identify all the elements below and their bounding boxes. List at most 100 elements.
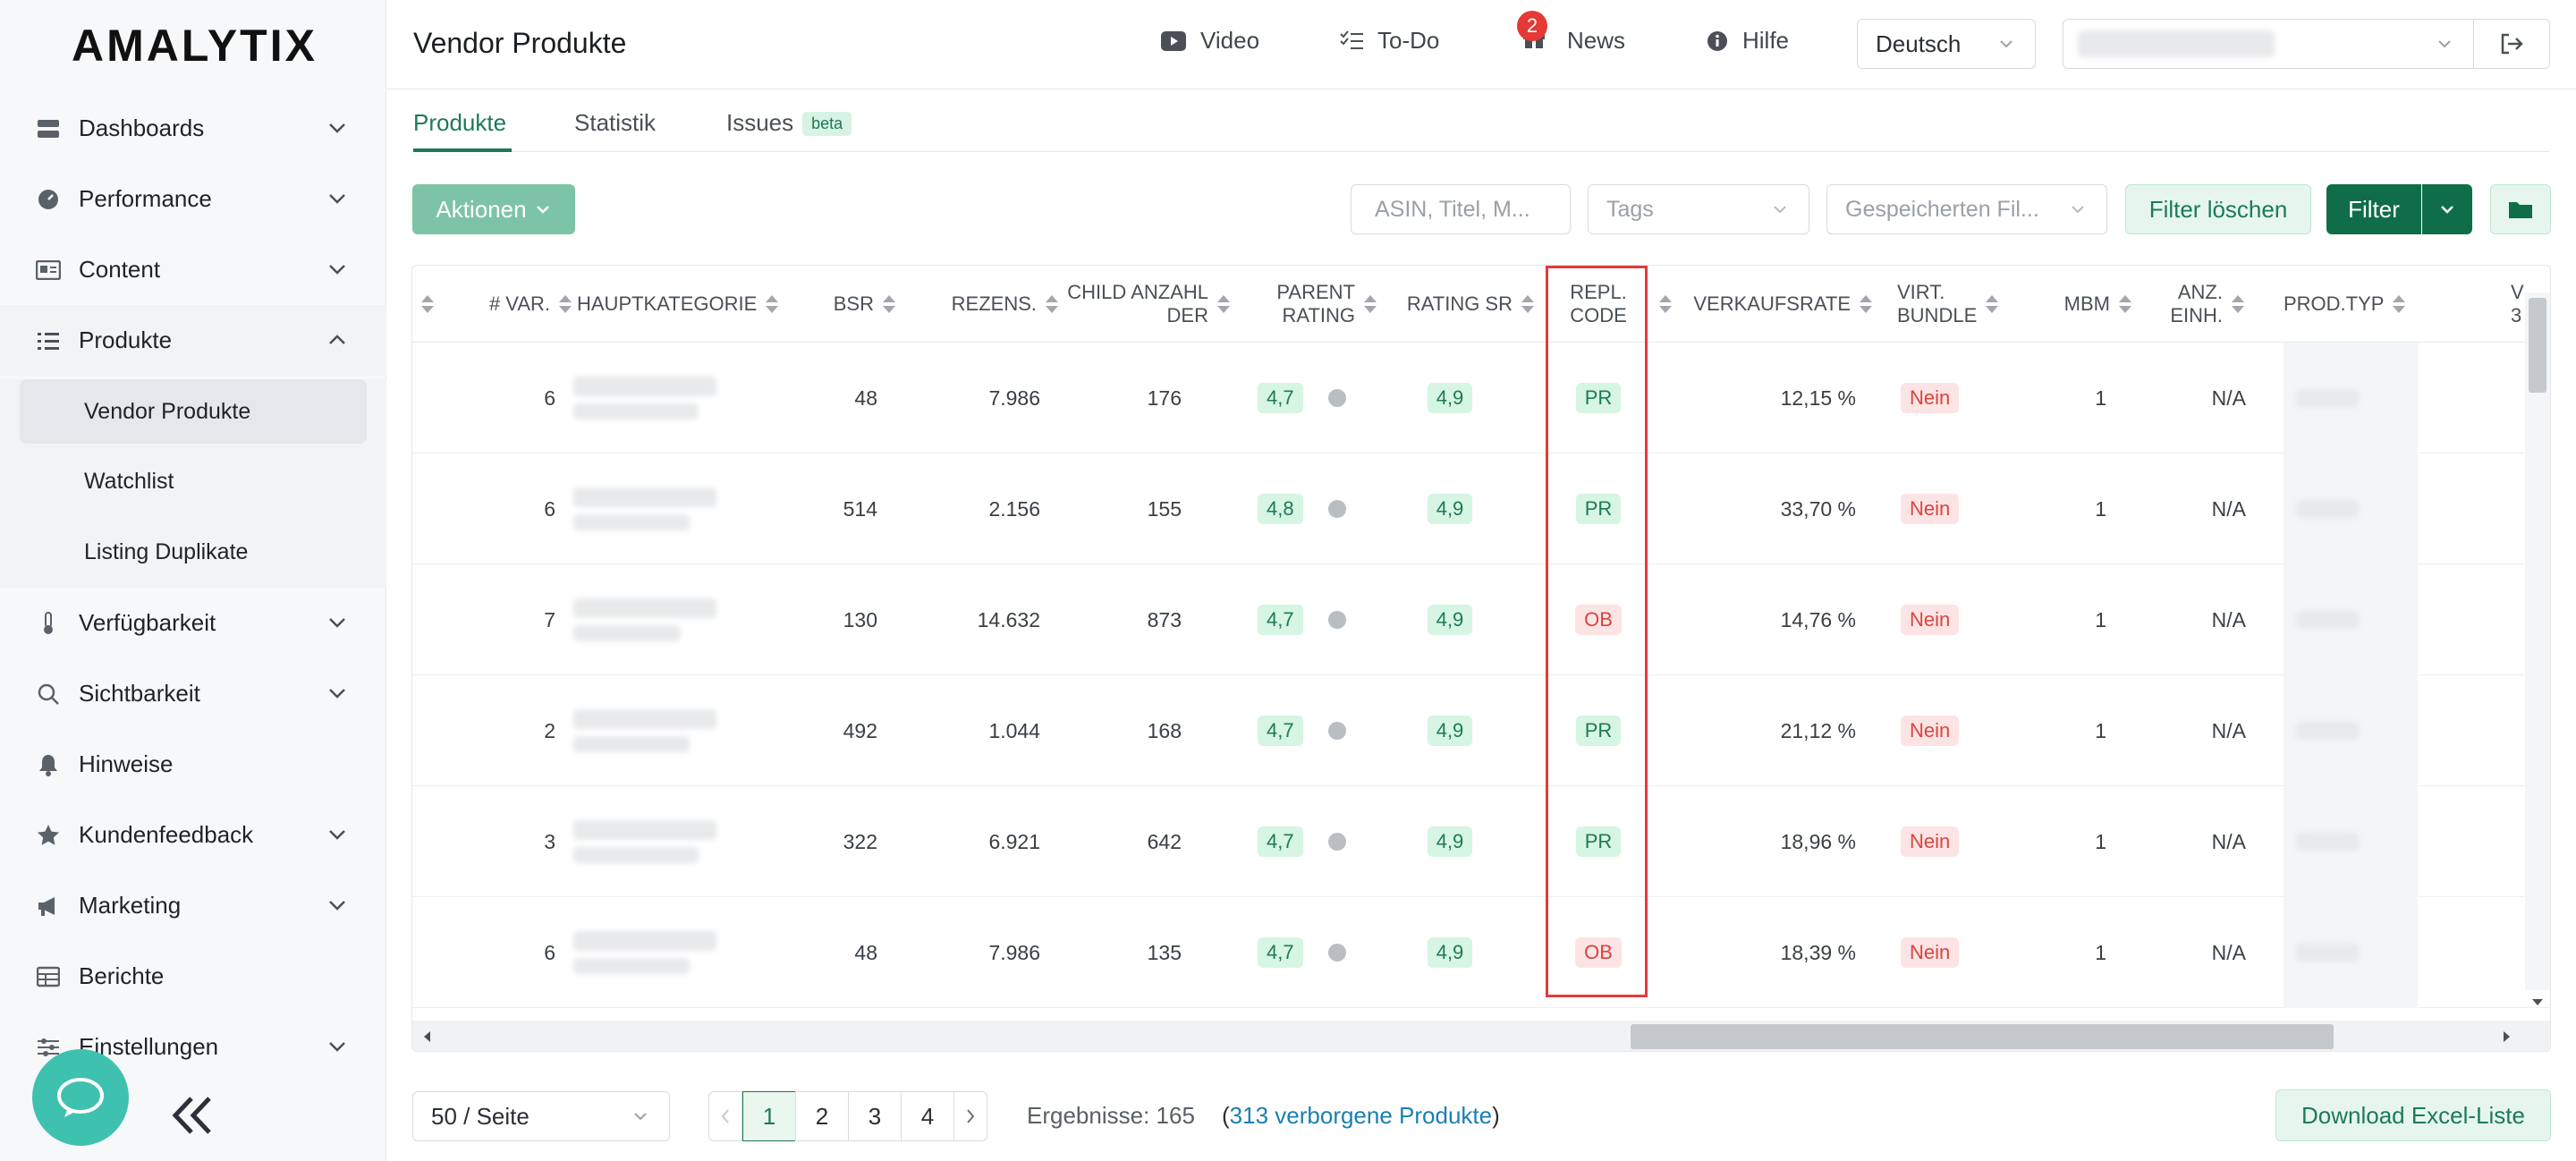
column-header-repl-sort[interactable] — [1650, 266, 1672, 343]
sidebar-item-content[interactable]: Content — [0, 234, 386, 305]
folder-button[interactable] — [2490, 184, 2551, 234]
info-circle-icon — [1707, 30, 1727, 51]
cell-virt-bundle: Nein — [1901, 786, 2008, 897]
saved-filters-select[interactable]: Gespeicherten Fil... — [1826, 184, 2107, 234]
actions-button[interactable]: Aktionen — [412, 184, 575, 234]
column-header-prev[interactable] — [412, 266, 434, 343]
column-header-bsr[interactable]: BSR — [788, 266, 897, 343]
download-excel-button[interactable]: Download Excel-Liste — [2275, 1089, 2551, 1141]
sidebar-item-sichtbarkeit[interactable]: Sichtbarkeit — [0, 658, 386, 729]
scroll-left-arrow-icon[interactable] — [421, 1030, 432, 1044]
tab-produkte[interactable]: Produkte — [413, 109, 506, 137]
sidebar-item-marketing[interactable]: Marketing — [0, 870, 386, 941]
column-header-child[interactable]: CHILD ANZAHL DER — [1062, 266, 1232, 343]
column-header-reviews[interactable]: REZENS. — [913, 266, 1060, 343]
cell-reviews: 7.986 — [988, 386, 1040, 410]
filter-dropdown-button[interactable] — [2422, 184, 2472, 234]
column-header-mbm[interactable]: MBM — [2022, 266, 2133, 343]
sidebar-item-performance[interactable]: Performance — [0, 164, 386, 234]
cell-sales-rate: 18,39 % — [1780, 940, 1856, 964]
cell-sales-rate: 33,70 % — [1780, 496, 1856, 521]
table-row[interactable]: 6 48 7.986 135 4,7 4,9 OB 18,39 % Nein 1 N/A — [412, 897, 2550, 1008]
sidebar-item-berichte[interactable]: Berichte — [0, 941, 386, 1012]
collapse-sidebar-icon[interactable] — [170, 1095, 215, 1136]
news-link[interactable]: 2 News — [1517, 11, 1625, 55]
page-button-4[interactable]: 4 — [901, 1091, 954, 1141]
help-link[interactable]: Hilfe — [1707, 27, 1789, 55]
cell-rating-sr: 4,9 — [1414, 897, 1486, 1008]
tab-issues[interactable]: Issues beta — [726, 109, 852, 137]
cell-sales-rate: 14,76 % — [1780, 607, 1856, 631]
column-header-label: MBM — [2063, 292, 2110, 315]
column-header-anz-einh[interactable]: ANZ. EINH. — [2157, 266, 2246, 343]
column-header-prod-typ[interactable]: PROD.TYP — [2284, 266, 2427, 343]
video-link[interactable]: Video — [1161, 27, 1259, 55]
column-header-rating-sr[interactable]: RATING SR — [1387, 266, 1536, 343]
column-header-category[interactable]: HAUPTKATEGORIE — [577, 266, 792, 343]
info-icon[interactable] — [1327, 611, 1346, 629]
sidebar-item-produkte[interactable]: Produkte — [0, 305, 386, 376]
sort-icon — [2232, 295, 2244, 313]
tags-select[interactable]: Tags — [1588, 184, 1809, 234]
cell-mbm: 1 — [2095, 829, 2106, 853]
beta-badge: beta — [802, 112, 852, 136]
vertical-scrollbar[interactable] — [2525, 292, 2550, 990]
next-page-button[interactable] — [953, 1091, 987, 1141]
page-tabs: Produkte Statistik Issues beta — [386, 89, 2576, 154]
clear-filter-button[interactable]: Filter löschen — [2125, 184, 2311, 234]
sort-icon — [1364, 295, 1377, 313]
sidebar-item-kundenfeedback[interactable]: Kundenfeedback — [0, 800, 386, 870]
sort-icon — [559, 295, 572, 313]
table-row[interactable]: 3 322 6.921 642 4,7 4,9 PR 18,96 % Nein 1 N/A — [412, 786, 2550, 897]
table-row[interactable]: 6 48 7.986 176 4,7 4,9 PR 12,15 % Nein 1 N/A — [412, 343, 2550, 453]
page-button-3[interactable]: 3 — [848, 1091, 902, 1141]
cell-mbm: 1 — [2095, 718, 2106, 742]
column-header-virt-bundle[interactable]: VIRT. BUNDLE — [1897, 266, 2022, 343]
chat-support-button[interactable] — [32, 1049, 129, 1146]
gauge-icon — [36, 187, 61, 212]
top-header: Vendor Produkte Video To-Do 2 News Hilfe… — [386, 0, 2576, 89]
account-select[interactable] — [2063, 19, 2474, 69]
table-row[interactable]: 2 492 1.044 168 4,7 4,9 PR 21,12 % Nein 1 N/A — [412, 675, 2550, 786]
sidebar-item-label: Verfügbarkeit — [79, 609, 216, 636]
scroll-down-arrow-icon[interactable] — [2530, 997, 2545, 1008]
sort-icon — [1217, 295, 1230, 313]
table-row[interactable]: 6 514 2.156 155 4,8 4,9 PR 33,70 % Nein 1 N/A — [412, 453, 2550, 564]
chevron-down-icon — [2438, 40, 2451, 48]
info-icon[interactable] — [1327, 722, 1346, 740]
page-button-1[interactable]: 1 — [742, 1091, 796, 1141]
language-select[interactable]: Deutsch — [1857, 19, 2036, 69]
scroll-right-arrow-icon[interactable] — [2502, 1030, 2512, 1044]
logout-button[interactable] — [2473, 19, 2550, 69]
info-icon[interactable] — [1327, 500, 1346, 518]
sidebar-subitem-listing-duplikate[interactable]: Listing Duplikate — [0, 517, 386, 588]
tab-statistik[interactable]: Statistik — [574, 109, 656, 137]
column-header-parent-rating[interactable]: PARENT RATING — [1235, 266, 1378, 343]
search-input[interactable]: ASIN, Titel, M... — [1351, 184, 1571, 234]
video-link-label: Video — [1200, 27, 1260, 54]
sidebar-item-hinweise[interactable]: Hinweise — [0, 729, 386, 800]
table-row[interactable]: 7 130 14.632 873 4,7 4,9 OB 14,76 % Nein 1 N/A — [412, 564, 2550, 675]
cell-bsr: 48 — [854, 940, 877, 964]
filter-button[interactable]: Filter — [2326, 184, 2421, 234]
cell-prod-typ-redacted — [2284, 564, 2418, 675]
page-button-2[interactable]: 2 — [795, 1091, 849, 1141]
horizontal-scroll-thumb[interactable] — [1631, 1024, 2334, 1049]
page-size-select[interactable]: 50 / Seite — [412, 1091, 670, 1141]
column-header-sales-rate[interactable]: VERKAUFSRATE — [1682, 266, 1874, 343]
sidebar-item-verfuegbarkeit[interactable]: Verfügbarkeit — [0, 588, 386, 658]
hidden-products-link[interactable]: 313 verborgene Produkte — [1230, 1102, 1492, 1129]
info-icon[interactable] — [1327, 944, 1346, 962]
column-header-var[interactable]: # VAR. — [448, 266, 573, 343]
info-icon[interactable] — [1327, 389, 1346, 407]
prev-page-button[interactable] — [708, 1091, 742, 1141]
info-icon[interactable] — [1327, 833, 1346, 851]
vertical-scroll-thumb[interactable] — [2529, 298, 2546, 393]
sidebar-item-dashboards[interactable]: Dashboards — [0, 93, 386, 164]
sidebar-subitem-vendor-produkte[interactable]: Vendor Produkte — [20, 379, 367, 444]
cell-bsr: 492 — [843, 718, 877, 742]
app-logo[interactable]: AMALYTIX — [72, 20, 318, 72]
sidebar-subitem-watchlist[interactable]: Watchlist — [0, 446, 386, 517]
cell-reviews: 2.156 — [988, 496, 1040, 521]
todo-link[interactable]: To-Do — [1340, 27, 1439, 55]
